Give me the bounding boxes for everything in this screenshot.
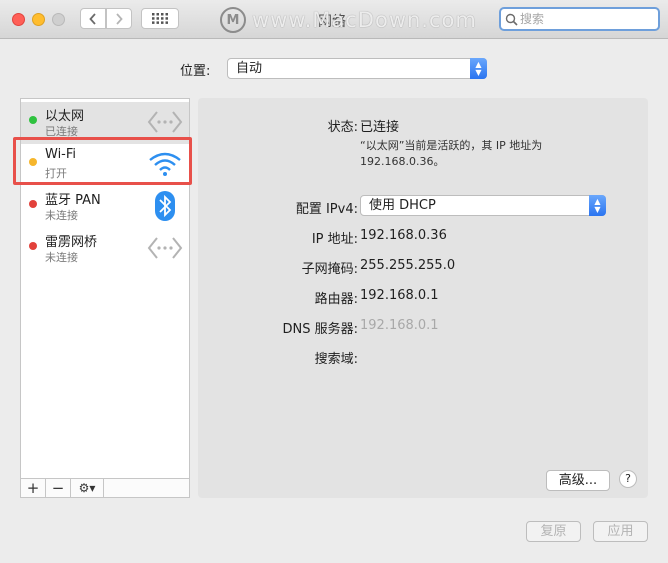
watermark-logo-letter: M: [226, 12, 240, 28]
location-label: 位置:: [180, 64, 211, 79]
service-name: 以太网: [45, 109, 85, 124]
service-name: 蓝牙 PAN: [45, 193, 101, 208]
configure-ipv4-select[interactable]: 使用 DHCP ▲ ▼: [360, 195, 606, 216]
location-value: 自动: [236, 61, 263, 76]
title-bar: M 网络 www.MacDown.com: [0, 0, 668, 39]
configure-ipv4-label: 配置 IPv4:: [295, 202, 358, 217]
search-input[interactable]: [518, 11, 652, 27]
chevron-right-icon: [116, 12, 123, 25]
service-name: 雷雳网桥: [45, 235, 98, 250]
gear-menu-button[interactable]: ⚙▾: [71, 479, 104, 497]
watermark-logo: M: [220, 7, 246, 33]
configure-stepper-icon: ▲ ▼: [589, 195, 606, 216]
minimize-window-button[interactable]: [32, 13, 45, 26]
subnet-mask-label: 子网掩码:: [301, 262, 358, 277]
location-stepper-icon: ▲ ▼: [470, 58, 487, 79]
close-window-button[interactable]: [12, 13, 25, 26]
service-item-bluetooth-pan[interactable]: 蓝牙 PAN 未连接: [21, 186, 189, 228]
status-label: 状态:: [327, 120, 358, 135]
service-item-thunderbolt-bridge[interactable]: 雷雳网桥 未连接: [21, 228, 189, 270]
status-dot-red: [29, 200, 37, 208]
advanced-button[interactable]: 高级...: [546, 470, 610, 491]
grid-icon: [152, 13, 168, 24]
status-value: 已连接: [360, 120, 400, 135]
status-note: “以太网”当前是活跃的，其 IP 地址为 192.168.0.36。: [360, 139, 543, 168]
wifi-highlight-box: [13, 137, 192, 185]
watermark-text: www.MacDown.com: [252, 8, 477, 32]
configure-ipv4-value: 使用 DHCP: [369, 198, 436, 213]
subnet-mask-value: 255.255.255.0: [360, 258, 456, 273]
service-status: 未连接: [45, 209, 78, 222]
show-all-button[interactable]: [141, 8, 179, 29]
remove-service-button[interactable]: −: [46, 479, 71, 497]
help-button[interactable]: ?: [619, 470, 637, 488]
back-button[interactable]: [80, 8, 106, 29]
dns-server-value: 192.168.0.1: [360, 318, 439, 333]
ip-address-value: 192.168.0.36: [360, 228, 447, 243]
add-service-button[interactable]: +: [21, 479, 46, 497]
zoom-window-button[interactable]: [52, 13, 65, 26]
revert-button[interactable]: 复原: [526, 521, 581, 542]
search-icon: [505, 13, 518, 26]
status-dot-green: [29, 116, 37, 124]
router-value: 192.168.0.1: [360, 288, 439, 303]
forward-button[interactable]: [106, 8, 132, 29]
status-dot-red: [29, 242, 37, 250]
ethernet-icon: [147, 111, 183, 133]
bluetooth-icon: [155, 191, 175, 221]
service-status: 未连接: [45, 251, 78, 264]
service-list-toolbar: + − ⚙▾: [20, 478, 190, 498]
apply-button[interactable]: 应用: [593, 521, 648, 542]
dns-server-label: DNS 服务器:: [282, 322, 359, 337]
router-label: 路由器:: [314, 292, 358, 307]
thunderbolt-bridge-icon: [147, 237, 183, 259]
ip-address-label: IP 地址:: [311, 232, 358, 247]
chevron-left-icon: [89, 12, 96, 25]
search-domain-label: 搜索域:: [314, 352, 358, 367]
location-select[interactable]: 自动 ▲ ▼: [227, 58, 487, 79]
search-field[interactable]: [499, 7, 660, 31]
